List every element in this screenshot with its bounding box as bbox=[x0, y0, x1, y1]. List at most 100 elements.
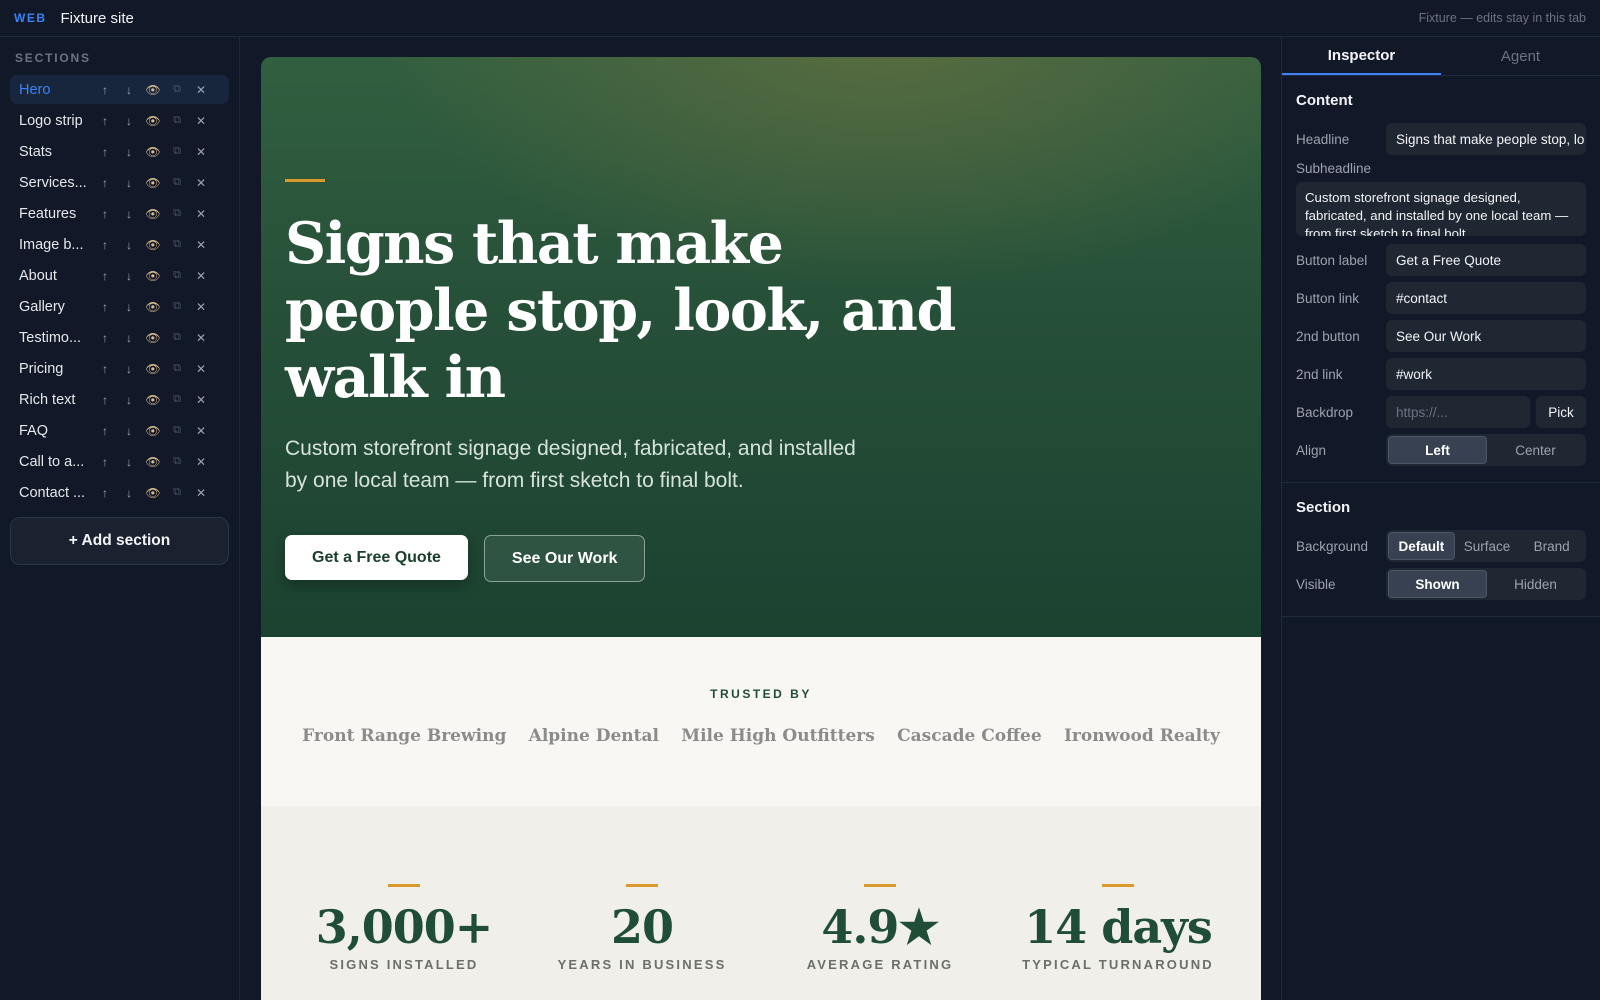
remove-icon[interactable]: ✕ bbox=[189, 362, 213, 376]
second-button-input[interactable]: See Our Work bbox=[1386, 320, 1586, 352]
duplicate-icon[interactable]: ⧉ bbox=[165, 238, 189, 251]
section-row[interactable]: Features ↑ ↓ 👁 ⧉ ✕ bbox=[10, 199, 229, 228]
section-row-label[interactable]: Services... bbox=[19, 175, 93, 191]
move-up-icon[interactable]: ↑ bbox=[93, 393, 117, 407]
move-up-icon[interactable]: ↑ bbox=[93, 145, 117, 159]
move-down-icon[interactable]: ↓ bbox=[117, 486, 141, 500]
pick-button[interactable]: Pick bbox=[1536, 396, 1586, 428]
section-row[interactable]: About ↑ ↓ 👁 ⧉ ✕ bbox=[10, 261, 229, 290]
visibility-eye-icon[interactable]: 👁 bbox=[141, 114, 165, 128]
move-up-icon[interactable]: ↑ bbox=[93, 238, 117, 252]
section-row[interactable]: Logo strip ↑ ↓ 👁 ⧉ ✕ bbox=[10, 106, 229, 135]
visibility-eye-icon[interactable]: 👁 bbox=[141, 424, 165, 438]
duplicate-icon[interactable]: ⧉ bbox=[165, 176, 189, 189]
remove-icon[interactable]: ✕ bbox=[189, 176, 213, 190]
visibility-eye-icon[interactable]: 👁 bbox=[141, 331, 165, 345]
section-row-label[interactable]: Testimo... bbox=[19, 330, 93, 346]
section-row[interactable]: Testimo... ↑ ↓ 👁 ⧉ ✕ bbox=[10, 323, 229, 352]
duplicate-icon[interactable]: ⧉ bbox=[165, 300, 189, 313]
section-row-label[interactable]: Rich text bbox=[19, 392, 93, 408]
remove-icon[interactable]: ✕ bbox=[189, 455, 213, 469]
move-down-icon[interactable]: ↓ bbox=[117, 269, 141, 283]
move-down-icon[interactable]: ↓ bbox=[117, 362, 141, 376]
section-row-label[interactable]: Contact ... bbox=[19, 485, 93, 501]
move-up-icon[interactable]: ↑ bbox=[93, 331, 117, 345]
background-brand-option[interactable]: Brand bbox=[1519, 532, 1584, 560]
move-down-icon[interactable]: ↓ bbox=[117, 393, 141, 407]
remove-icon[interactable]: ✕ bbox=[189, 331, 213, 345]
section-row[interactable]: Contact ... ↑ ↓ 👁 ⧉ ✕ bbox=[10, 478, 229, 507]
visibility-eye-icon[interactable]: 👁 bbox=[141, 455, 165, 469]
section-row[interactable]: Gallery ↑ ↓ 👁 ⧉ ✕ bbox=[10, 292, 229, 321]
section-row-label[interactable]: Features bbox=[19, 206, 93, 222]
duplicate-icon[interactable]: ⧉ bbox=[165, 114, 189, 127]
move-down-icon[interactable]: ↓ bbox=[117, 238, 141, 252]
section-row[interactable]: Hero ↑ ↓ 👁 ⧉ ✕ bbox=[10, 75, 229, 104]
visible-hidden-option[interactable]: Hidden bbox=[1487, 570, 1584, 598]
move-down-icon[interactable]: ↓ bbox=[117, 176, 141, 190]
section-row-label[interactable]: Hero bbox=[19, 82, 93, 98]
headline-input[interactable]: Signs that make people stop, lo bbox=[1386, 123, 1586, 155]
move-up-icon[interactable]: ↑ bbox=[93, 114, 117, 128]
visibility-eye-icon[interactable]: 👁 bbox=[141, 269, 165, 283]
background-surface-option[interactable]: Surface bbox=[1455, 532, 1520, 560]
duplicate-icon[interactable]: ⧉ bbox=[165, 331, 189, 344]
hero-section[interactable]: Signs that make people stop, look, and w… bbox=[261, 57, 1261, 637]
section-row[interactable]: Pricing ↑ ↓ 👁 ⧉ ✕ bbox=[10, 354, 229, 383]
move-down-icon[interactable]: ↓ bbox=[117, 145, 141, 159]
duplicate-icon[interactable]: ⧉ bbox=[165, 269, 189, 282]
move-up-icon[interactable]: ↑ bbox=[93, 362, 117, 376]
section-row-label[interactable]: Stats bbox=[19, 144, 93, 160]
move-down-icon[interactable]: ↓ bbox=[117, 207, 141, 221]
move-up-icon[interactable]: ↑ bbox=[93, 455, 117, 469]
duplicate-icon[interactable]: ⧉ bbox=[165, 486, 189, 499]
remove-icon[interactable]: ✕ bbox=[189, 300, 213, 314]
move-up-icon[interactable]: ↑ bbox=[93, 83, 117, 97]
tab-agent[interactable]: Agent bbox=[1441, 37, 1600, 75]
background-default-option[interactable]: Default bbox=[1388, 532, 1455, 560]
duplicate-icon[interactable]: ⧉ bbox=[165, 207, 189, 220]
move-up-icon[interactable]: ↑ bbox=[93, 424, 117, 438]
see-work-button[interactable]: See Our Work bbox=[483, 535, 646, 582]
second-link-input[interactable]: #work bbox=[1386, 358, 1586, 390]
tab-inspector[interactable]: Inspector bbox=[1282, 37, 1441, 75]
move-down-icon[interactable]: ↓ bbox=[117, 300, 141, 314]
move-down-icon[interactable]: ↓ bbox=[117, 455, 141, 469]
move-up-icon[interactable]: ↑ bbox=[93, 486, 117, 500]
section-row-label[interactable]: About bbox=[19, 268, 93, 284]
align-left-option[interactable]: Left bbox=[1388, 436, 1487, 464]
section-row-label[interactable]: Call to a... bbox=[19, 454, 93, 470]
section-row-label[interactable]: FAQ bbox=[19, 423, 93, 439]
duplicate-icon[interactable]: ⧉ bbox=[165, 362, 189, 375]
visibility-eye-icon[interactable]: 👁 bbox=[141, 300, 165, 314]
section-row[interactable]: Image b... ↑ ↓ 👁 ⧉ ✕ bbox=[10, 230, 229, 259]
section-row[interactable]: Call to a... ↑ ↓ 👁 ⧉ ✕ bbox=[10, 447, 229, 476]
visibility-eye-icon[interactable]: 👁 bbox=[141, 207, 165, 221]
visibility-eye-icon[interactable]: 👁 bbox=[141, 362, 165, 376]
move-up-icon[interactable]: ↑ bbox=[93, 176, 117, 190]
move-down-icon[interactable]: ↓ bbox=[117, 331, 141, 345]
get-quote-button[interactable]: Get a Free Quote bbox=[285, 535, 468, 580]
duplicate-icon[interactable]: ⧉ bbox=[165, 83, 189, 96]
add-section-button[interactable]: + Add section bbox=[10, 517, 229, 565]
visibility-eye-icon[interactable]: 👁 bbox=[141, 83, 165, 97]
remove-icon[interactable]: ✕ bbox=[189, 145, 213, 159]
subheadline-textarea[interactable]: Custom storefront signage designed, fabr… bbox=[1296, 182, 1586, 236]
section-row-label[interactable]: Gallery bbox=[19, 299, 93, 315]
visibility-eye-icon[interactable]: 👁 bbox=[141, 393, 165, 407]
duplicate-icon[interactable]: ⧉ bbox=[165, 424, 189, 437]
backdrop-input[interactable]: https://... bbox=[1386, 396, 1530, 428]
section-row-label[interactable]: Pricing bbox=[19, 361, 93, 377]
section-row[interactable]: Rich text ↑ ↓ 👁 ⧉ ✕ bbox=[10, 385, 229, 414]
remove-icon[interactable]: ✕ bbox=[189, 424, 213, 438]
move-up-icon[interactable]: ↑ bbox=[93, 207, 117, 221]
move-down-icon[interactable]: ↓ bbox=[117, 83, 141, 97]
remove-icon[interactable]: ✕ bbox=[189, 393, 213, 407]
duplicate-icon[interactable]: ⧉ bbox=[165, 145, 189, 158]
move-down-icon[interactable]: ↓ bbox=[117, 114, 141, 128]
section-row-label[interactable]: Image b... bbox=[19, 237, 93, 253]
remove-icon[interactable]: ✕ bbox=[189, 83, 213, 97]
section-row[interactable]: Stats ↑ ↓ 👁 ⧉ ✕ bbox=[10, 137, 229, 166]
stats-section[interactable]: 3,000+ SIGNS INSTALLED 20 YEARS IN BUSIN… bbox=[261, 806, 1261, 1000]
logo-strip-section[interactable]: TRUSTED BY Front Range Brewing Alpine De… bbox=[261, 637, 1261, 806]
